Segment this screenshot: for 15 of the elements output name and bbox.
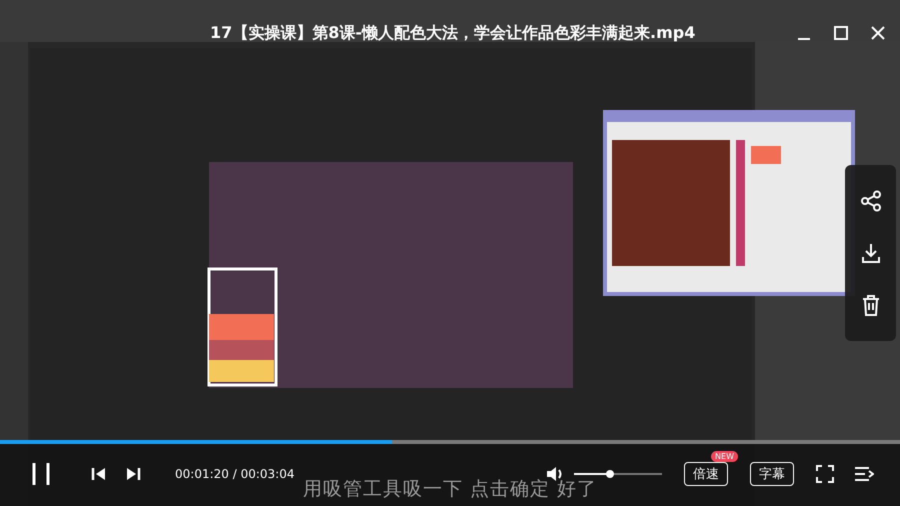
maximize-icon[interactable] <box>833 25 849 41</box>
volume-thumb[interactable] <box>606 470 614 478</box>
next-icon[interactable] <box>125 466 141 482</box>
video-title: 17【实操课】第8课-懒人配色大法，学会让作品色彩丰满起来.mp4 <box>210 22 696 44</box>
close-icon[interactable] <box>870 25 886 41</box>
subtitles-button[interactable]: 字幕 <box>750 462 794 486</box>
playlist-icon[interactable] <box>854 465 874 483</box>
subtitle: 用吸管工具吸一下 点击确定 好了 <box>302 477 598 502</box>
fullscreen-icon[interactable] <box>816 465 834 483</box>
trash-icon[interactable] <box>860 294 880 316</box>
new-badge: NEW <box>711 451 738 462</box>
previous-icon[interactable] <box>91 466 107 482</box>
playback-time: 00:01:20 / 00:03:04 <box>175 467 294 481</box>
share-icon[interactable] <box>860 190 882 212</box>
download-icon[interactable] <box>860 242 880 264</box>
